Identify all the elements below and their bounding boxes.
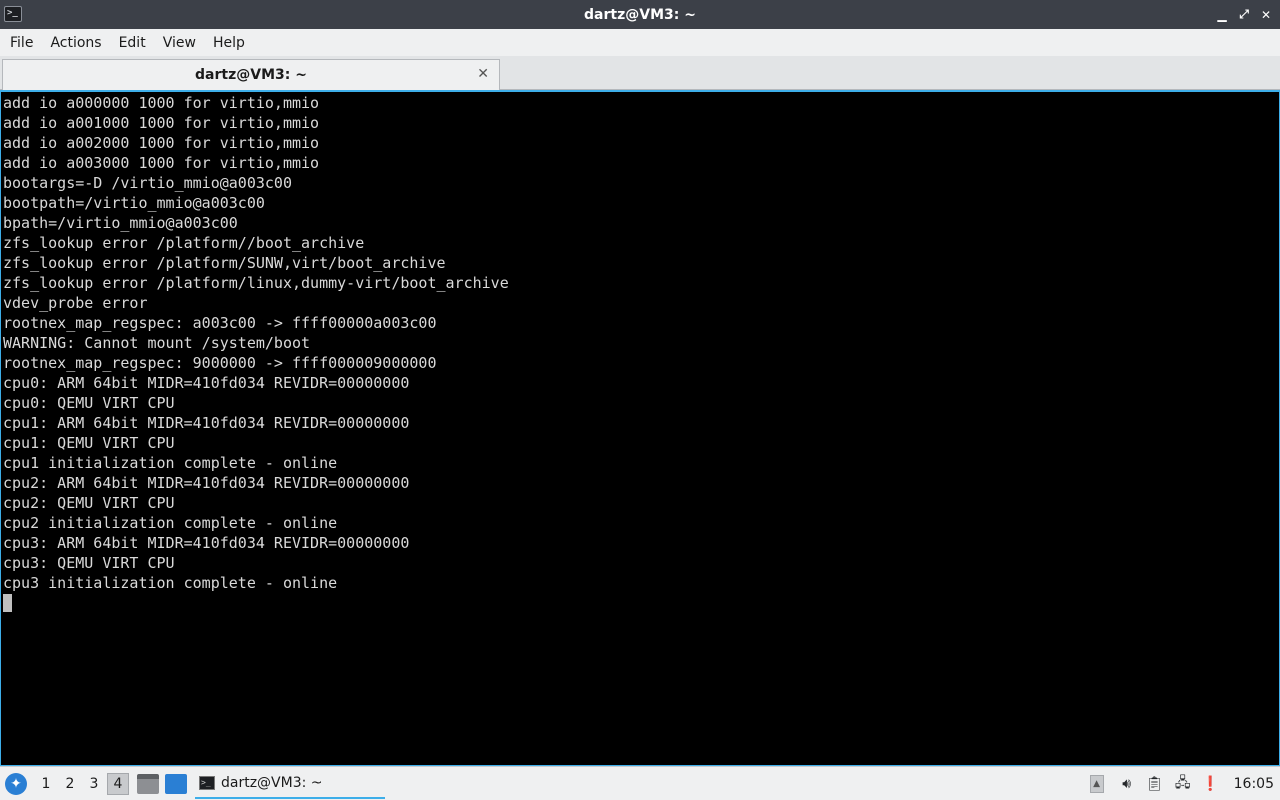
workspace-4[interactable]: 4 xyxy=(107,772,129,795)
terminal-line: zfs_lookup error /platform/SUNW,virt/boo… xyxy=(3,254,446,272)
terminal-line: add io a003000 1000 for virtio,mmio xyxy=(3,154,320,172)
clock[interactable]: 16:05 xyxy=(1234,776,1274,792)
menu-file[interactable]: File xyxy=(4,35,39,51)
maximize-button[interactable]: ⤢ xyxy=(1236,7,1252,23)
taskbar-task-terminal[interactable]: >_ dartz@VM3: ~ xyxy=(195,769,385,799)
terminal-app-icon[interactable]: >_ xyxy=(4,6,22,22)
terminal-line: cpu2: ARM 64bit MIDR=410fd034 REVIDR=000… xyxy=(3,474,410,492)
updates-icon[interactable]: ❗ xyxy=(1202,775,1220,793)
network-icon[interactable]: 🖧 xyxy=(1174,775,1192,793)
terminal-line: bootpath=/virtio_mmio@a003c00 xyxy=(3,194,265,212)
terminal-line: WARNING: Cannot mount /system/boot xyxy=(3,334,311,352)
window-controls: ▁ ⤢ ✕ xyxy=(1214,0,1274,29)
terminal-line: zfs_lookup error /platform//boot_archive xyxy=(3,234,365,252)
taskbar: ✦ 1 2 3 4 >_ dartz@VM3: ~ ▲ 🔊︎ 📋︎ 🖧 ❗ 16… xyxy=(0,766,1280,800)
workspace-1[interactable]: 1 xyxy=(35,773,57,795)
menu-view[interactable]: View xyxy=(157,35,202,51)
terminal-line: cpu3: QEMU VIRT CPU xyxy=(3,554,175,572)
terminal-lines: add io a000000 1000 for virtio,mmio add i… xyxy=(3,93,1279,593)
tab-bar: dartz@VM3: ~ ✕ xyxy=(0,56,1280,90)
terminal-line: zfs_lookup error /platform/linux,dummy-v… xyxy=(3,274,509,292)
terminal-line: cpu3: ARM 64bit MIDR=410fd034 REVIDR=000… xyxy=(3,534,410,552)
terminal-line: cpu2 initialization complete - online xyxy=(3,514,338,532)
terminal-line: cpu2: QEMU VIRT CPU xyxy=(3,494,175,512)
terminal-line: cpu1: QEMU VIRT CPU xyxy=(3,434,175,452)
file-manager-icon[interactable] xyxy=(137,773,159,794)
window-titlebar[interactable]: >_ dartz@VM3: ~ ▁ ⤢ ✕ xyxy=(0,0,1280,29)
terminal-line: vdev_probe error xyxy=(3,294,148,312)
tab-label: dartz@VM3: ~ xyxy=(195,67,307,83)
terminal-line: bootargs=-D /virtio_mmio@a003c00 xyxy=(3,174,292,192)
terminal-line: cpu3 initialization complete - online xyxy=(3,574,338,592)
terminal-line: add io a001000 1000 for virtio,mmio xyxy=(3,114,320,132)
terminal-line: cpu0: QEMU VIRT CPU xyxy=(3,394,175,412)
close-button[interactable]: ✕ xyxy=(1258,7,1274,23)
menu-actions[interactable]: Actions xyxy=(44,35,107,51)
terminal-line: bpath=/virtio_mmio@a003c00 xyxy=(3,214,238,232)
terminal-line: add io a000000 1000 for virtio,mmio xyxy=(3,94,320,112)
menu-edit[interactable]: Edit xyxy=(113,35,152,51)
workspace-3[interactable]: 3 xyxy=(83,773,105,795)
terminal-cursor xyxy=(3,594,12,612)
terminal-task-icon: >_ xyxy=(199,775,215,790)
system-tray: ▲ 🔊︎ 📋︎ 🖧 ❗ 16:05 xyxy=(1089,767,1280,800)
volume-icon[interactable]: 🔊︎ xyxy=(1118,775,1136,793)
terminal-prompt-line xyxy=(3,593,1279,613)
terminal-line: cpu0: ARM 64bit MIDR=410fd034 REVIDR=000… xyxy=(3,374,410,392)
tab-terminal[interactable]: dartz@VM3: ~ ✕ xyxy=(2,59,500,90)
terminal-line: add io a002000 1000 for virtio,mmio xyxy=(3,134,320,152)
window-title: dartz@VM3: ~ xyxy=(584,6,696,23)
terminal-line: rootnex_map_regspec: a003c00 -> ffff0000… xyxy=(3,314,437,332)
minimize-button[interactable]: ▁ xyxy=(1214,7,1230,23)
tab-close-icon[interactable]: ✕ xyxy=(477,66,489,82)
terminal-line: cpu1 initialization complete - online xyxy=(3,454,338,472)
menu-help[interactable]: Help xyxy=(207,35,251,51)
workspace-2[interactable]: 2 xyxy=(59,773,81,795)
terminal-line: rootnex_map_regspec: 9000000 -> ffff0000… xyxy=(3,354,437,372)
menu-bar: File Actions Edit View Help xyxy=(0,29,1280,56)
start-menu-icon[interactable]: ✦ xyxy=(5,772,27,795)
taskbar-task-label: dartz@VM3: ~ xyxy=(221,774,323,791)
tray-expand-icon[interactable]: ▲ xyxy=(1089,774,1104,793)
terminal-output[interactable]: add io a000000 1000 for virtio,mmio add i… xyxy=(0,90,1280,766)
terminal-line: cpu1: ARM 64bit MIDR=410fd034 REVIDR=000… xyxy=(3,414,410,432)
show-desktop-icon[interactable] xyxy=(165,773,187,794)
clipboard-icon[interactable]: 📋︎ xyxy=(1146,775,1164,793)
